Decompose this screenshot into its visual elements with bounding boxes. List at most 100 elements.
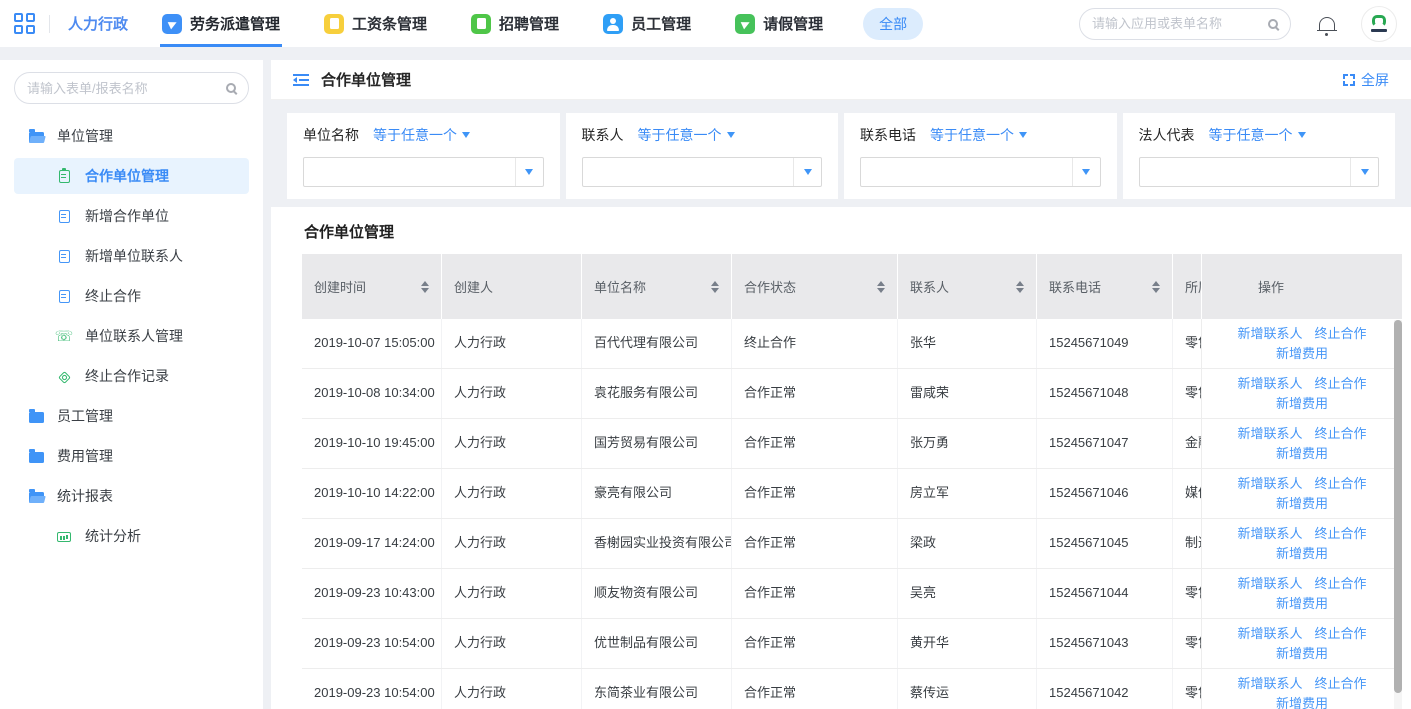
action-add-contact-link[interactable]: 新增联系人 [1237, 574, 1302, 594]
filter-value-select[interactable] [303, 157, 544, 187]
search-icon[interactable] [1268, 19, 1278, 29]
sidebar-item[interactable]: 统计报表 [0, 476, 263, 516]
filter-select-button[interactable] [1350, 158, 1378, 186]
cell-actions: 新增联系人 终止合作 新增费用 [1202, 419, 1402, 468]
all-apps-pill[interactable]: 全部 [863, 8, 923, 40]
action-add-contact-link[interactable]: 新增联系人 [1237, 424, 1302, 444]
collapse-menu-icon[interactable] [293, 74, 309, 86]
action-add-fee-link[interactable]: 新增费用 [1276, 644, 1328, 664]
table-scrollbar[interactable] [1394, 320, 1402, 709]
search-icon[interactable] [226, 83, 236, 93]
fullscreen-button[interactable]: 全屏 [1343, 70, 1389, 90]
action-add-contact-link[interactable]: 新增联系人 [1237, 374, 1302, 394]
action-terminate-link[interactable]: 终止合作 [1315, 674, 1367, 694]
action-add-contact-link[interactable]: 新增联系人 [1237, 624, 1302, 644]
filter-value-select[interactable] [582, 157, 823, 187]
table-row[interactable]: 2019-09-23 10:54:00 人力行政 优世制品有限公司 合作正常 黄… [302, 619, 1402, 669]
item-icon-glyph [58, 371, 71, 384]
filter-value-select[interactable] [860, 157, 1101, 187]
table-row[interactable]: 2019-10-10 19:45:00 人力行政 国芳贸易有限公司 合作正常 张… [302, 419, 1402, 469]
sidebar-item[interactable]: 合作单位管理 [14, 158, 249, 194]
brand-logo-icon [1372, 15, 1386, 27]
action-terminate-link[interactable]: 终止合作 [1315, 574, 1367, 594]
sort-icon[interactable] [1016, 281, 1024, 293]
user-avatar[interactable] [1361, 6, 1397, 42]
filter-value-input[interactable] [583, 158, 794, 186]
filter-value-input[interactable] [861, 158, 1072, 186]
sidebar-item[interactable]: 费用管理 [0, 436, 263, 476]
sort-icon[interactable] [421, 281, 429, 293]
action-add-contact-link[interactable]: 新增联系人 [1237, 674, 1302, 694]
app-tab[interactable]: 请假管理 [735, 0, 823, 47]
sidebar-item[interactable]: 新增单位联系人 [0, 236, 263, 276]
sidebar-item[interactable]: 新增合作单位 [0, 196, 263, 236]
action-terminate-link[interactable]: 终止合作 [1315, 474, 1367, 494]
action-terminate-link[interactable]: 终止合作 [1315, 424, 1367, 444]
workspace-name[interactable]: 人力行政 [68, 13, 128, 34]
action-terminate-link[interactable]: 终止合作 [1315, 374, 1367, 394]
global-search-input[interactable] [1092, 16, 1268, 31]
table-row[interactable]: 2019-09-17 14:24:00 人力行政 香榭园实业投资有限公司 合作正… [302, 519, 1402, 569]
apps-grid-icon[interactable] [14, 13, 35, 34]
column-header[interactable]: 操作 [1202, 254, 1402, 319]
filter-operator-dropdown[interactable]: 等于任意一个 [373, 125, 470, 145]
sidebar-item[interactable]: 终止合作 [0, 276, 263, 316]
column-header[interactable]: 联系电话 [1037, 254, 1173, 319]
table-row[interactable]: 2019-09-23 10:54:00 人力行政 东简茶业有限公司 合作正常 蔡… [302, 669, 1402, 709]
filter-value-select[interactable] [1139, 157, 1380, 187]
sidebar-item[interactable]: 员工管理 [0, 396, 263, 436]
column-header[interactable]: 联系人 [898, 254, 1037, 319]
column-header[interactable]: 所属 [1173, 254, 1202, 319]
row-action-links: 新增联系人 终止合作 新增费用 [1227, 474, 1377, 514]
action-add-fee-link[interactable]: 新增费用 [1276, 394, 1328, 414]
filter-select-button[interactable] [515, 158, 543, 186]
action-add-fee-link[interactable]: 新增费用 [1276, 594, 1328, 614]
cell-contact: 梁政 [898, 519, 1037, 568]
notification-bell-icon[interactable] [1319, 17, 1335, 31]
column-header[interactable]: 单位名称 [582, 254, 732, 319]
app-tab[interactable]: 员工管理 [603, 0, 691, 47]
cell-company-name: 顺友物资有限公司 [582, 569, 732, 618]
column-header[interactable]: 合作状态 [732, 254, 898, 319]
table-row[interactable]: 2019-10-07 15:05:00 人力行政 百代代理有限公司 终止合作 张… [302, 319, 1402, 369]
action-terminate-link[interactable]: 终止合作 [1315, 524, 1367, 544]
filter-value-input[interactable] [304, 158, 515, 186]
app-tab[interactable]: 招聘管理 [471, 0, 559, 47]
action-add-contact-link[interactable]: 新增联系人 [1237, 524, 1302, 544]
sort-icon[interactable] [1152, 281, 1160, 293]
filter-select-button[interactable] [793, 158, 821, 186]
sidebar-item[interactable]: 单位联系人管理 [0, 316, 263, 356]
sort-icon[interactable] [711, 281, 719, 293]
cell-company-name: 优世制品有限公司 [582, 619, 732, 668]
form-search-input[interactable] [27, 81, 226, 96]
action-add-fee-link[interactable]: 新增费用 [1276, 344, 1328, 364]
app-tab-icon [603, 14, 623, 34]
filter-select-button[interactable] [1072, 158, 1100, 186]
action-add-fee-link[interactable]: 新增费用 [1276, 694, 1328, 709]
filter-value-input[interactable] [1140, 158, 1351, 186]
table-row[interactable]: 2019-09-23 10:43:00 人力行政 顺友物资有限公司 合作正常 吴… [302, 569, 1402, 619]
cell-status: 合作正常 [732, 619, 898, 668]
action-terminate-link[interactable]: 终止合作 [1315, 324, 1367, 344]
filter-operator-dropdown[interactable]: 等于任意一个 [1209, 125, 1306, 145]
app-tab[interactable]: 劳务派遣管理 [162, 0, 280, 47]
app-tab[interactable]: 工资条管理 [324, 0, 427, 47]
table-row[interactable]: 2019-10-08 10:34:00 人力行政 袁花服务有限公司 合作正常 雷… [302, 369, 1402, 419]
column-header[interactable]: 创建时间 [302, 254, 442, 319]
filter-operator-dropdown[interactable]: 等于任意一个 [638, 125, 735, 145]
table-row[interactable]: 2019-10-10 14:22:00 人力行政 豪亮有限公司 合作正常 房立军… [302, 469, 1402, 519]
action-add-contact-link[interactable]: 新增联系人 [1237, 474, 1302, 494]
column-header[interactable]: 创建人 [442, 254, 582, 319]
sidebar-item[interactable]: 单位管理 [0, 116, 263, 156]
sidebar-item[interactable]: 终止合作记录 [0, 356, 263, 396]
table-scrollbar-thumb[interactable] [1394, 320, 1402, 693]
action-add-fee-link[interactable]: 新增费用 [1276, 444, 1328, 464]
sort-icon[interactable] [877, 281, 885, 293]
action-add-contact-link[interactable]: 新增联系人 [1237, 324, 1302, 344]
tab-glyph-icon [741, 18, 752, 29]
action-add-fee-link[interactable]: 新增费用 [1276, 494, 1328, 514]
action-add-fee-link[interactable]: 新增费用 [1276, 544, 1328, 564]
filter-operator-dropdown[interactable]: 等于任意一个 [930, 125, 1027, 145]
action-terminate-link[interactable]: 终止合作 [1315, 624, 1367, 644]
sidebar-item[interactable]: 统计分析 [0, 516, 263, 556]
